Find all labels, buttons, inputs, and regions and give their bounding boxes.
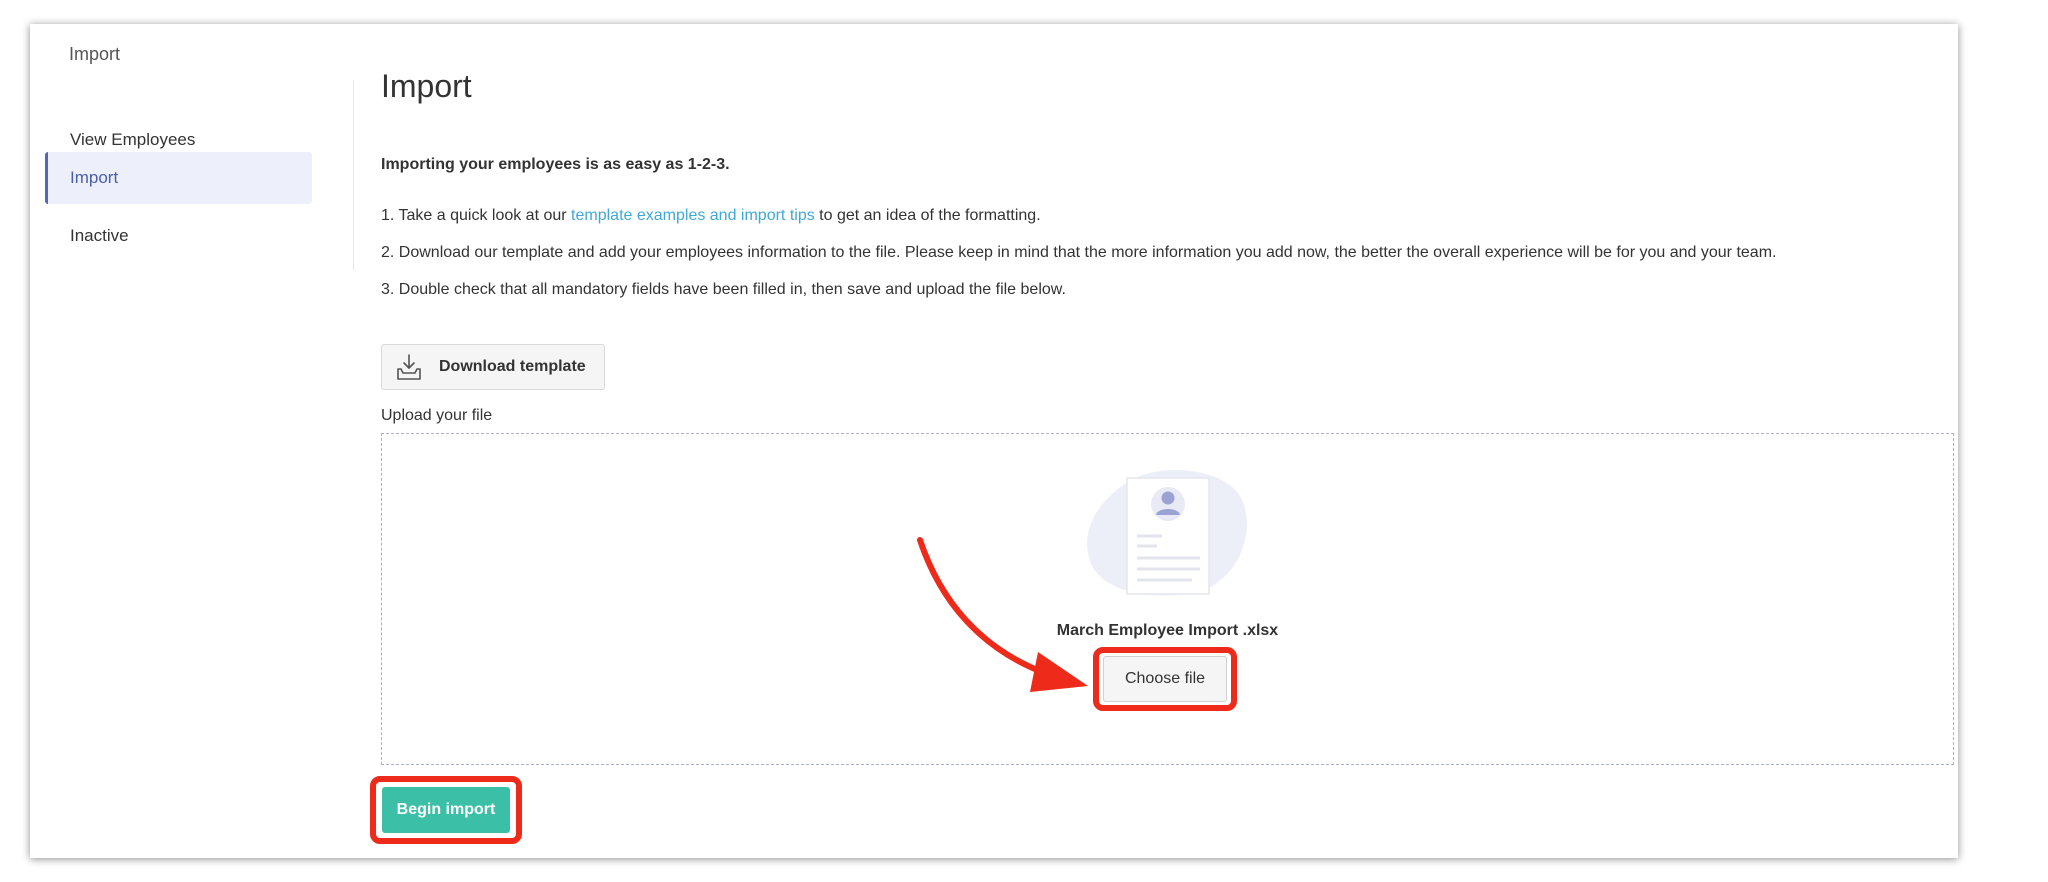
download-template-label: Download template xyxy=(439,358,586,375)
step-1: 1. Take a quick look at our template exa… xyxy=(381,207,1041,225)
template-tips-link[interactable]: template examples and import tips xyxy=(571,207,815,224)
selected-file-name: March Employee Import .xlsx xyxy=(1056,622,1279,639)
step-1-text-after: to get an idea of the formatting. xyxy=(814,207,1041,224)
sidebar-item-import[interactable]: Import xyxy=(45,152,312,204)
download-template-button[interactable]: Download template xyxy=(381,344,605,390)
step-3: 3. Double check that all mandatory field… xyxy=(381,281,1066,298)
upload-label: Upload your file xyxy=(381,407,493,424)
intro-text: Importing your employees is as easy as 1… xyxy=(381,156,730,173)
employee-document-icon xyxy=(1087,469,1247,596)
sidebar-item-inactive[interactable]: Inactive xyxy=(45,210,312,262)
import-window: Import View Employees Import Inactive Im… xyxy=(30,24,1958,858)
begin-import-button[interactable]: Begin import xyxy=(382,787,510,833)
step-2: 2. Download our template and add your em… xyxy=(381,244,1777,261)
sidebar-divider xyxy=(353,80,354,270)
download-tray-icon xyxy=(395,353,423,381)
file-dropzone[interactable]: March Employee Import .xlsx Choose file xyxy=(381,433,1954,765)
step-1-text-before: 1. Take a quick look at our xyxy=(381,207,572,224)
sidebar-section-title: Import xyxy=(69,44,121,64)
choose-file-button[interactable]: Choose file xyxy=(1103,656,1227,702)
page-title: Import xyxy=(381,68,472,104)
